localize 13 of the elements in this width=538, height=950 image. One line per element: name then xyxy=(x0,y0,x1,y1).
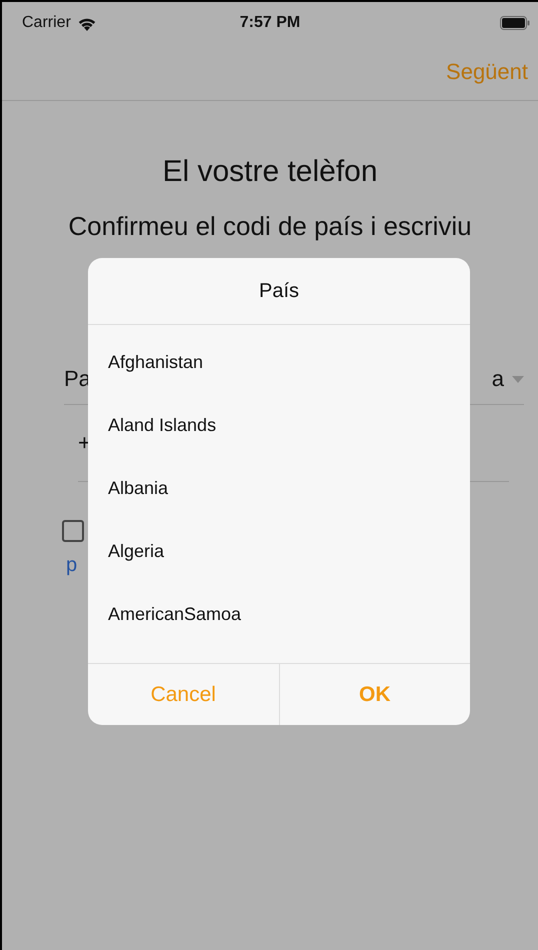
agree-checkbox[interactable] xyxy=(62,520,84,542)
dialog-title: País xyxy=(258,280,300,302)
country-value: a xyxy=(492,366,504,392)
country-option[interactable]: AmericanSamoa xyxy=(88,583,470,646)
country-option[interactable]: Algeria xyxy=(88,520,470,583)
carrier-name: Carrier xyxy=(22,14,71,32)
country-option[interactable]: Albania xyxy=(88,457,470,520)
battery-icon xyxy=(500,16,530,30)
page-subtitle: Confirmeu el codi de país i escriviu xyxy=(68,211,472,242)
page-title: El vostre telèfon xyxy=(162,155,378,189)
status-time: 7:57 PM xyxy=(238,14,302,32)
country-option[interactable]: Afghanistan xyxy=(88,331,470,394)
country-option[interactable]: Aland Islands xyxy=(88,394,470,457)
